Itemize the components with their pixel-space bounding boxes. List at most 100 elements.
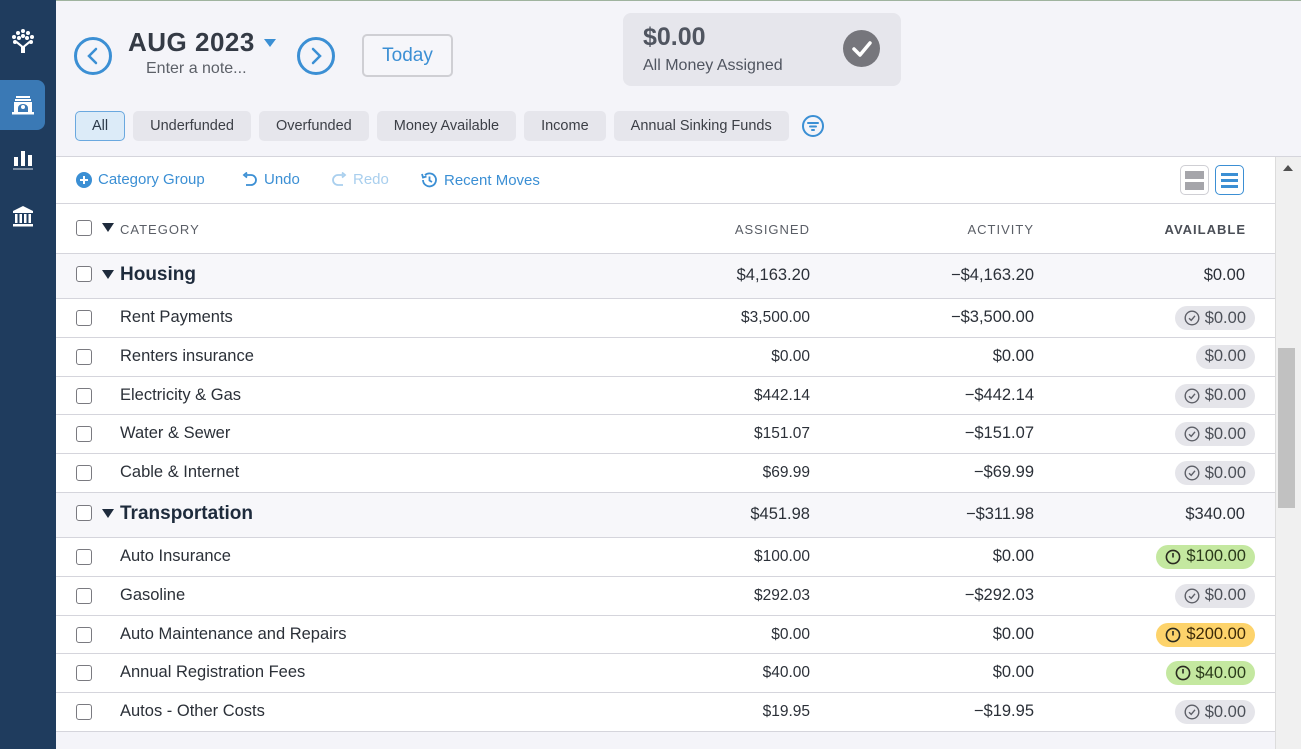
category-checkbox[interactable] bbox=[76, 426, 92, 443]
assigned-amount-input[interactable]: $442.14 bbox=[754, 387, 810, 405]
sidebar-item-home[interactable] bbox=[0, 16, 45, 66]
category-row-gasoline[interactable]: Gasoline $292.03 −$292.03 $0.00 bbox=[56, 576, 1275, 616]
category-row-water-sewer[interactable]: Water & Sewer $151.07 −$151.07 $0.00 bbox=[56, 415, 1275, 455]
collapse-all-caret-icon[interactable] bbox=[102, 223, 114, 232]
available-amount: $0.00 bbox=[1204, 586, 1246, 605]
category-checkbox[interactable] bbox=[76, 587, 92, 604]
category-checkbox[interactable] bbox=[76, 348, 92, 365]
assigned-amount-input[interactable]: $292.03 bbox=[754, 587, 810, 605]
category-name[interactable]: Auto Maintenance and Repairs bbox=[120, 625, 347, 644]
activity-amount[interactable]: $0.00 bbox=[993, 547, 1034, 566]
available-pill-funded[interactable]: $0.00 bbox=[1174, 383, 1255, 408]
sidebar-item-accounts[interactable] bbox=[0, 191, 45, 241]
category-row-cable-internet[interactable]: Cable & Internet $69.99 −$69.99 $0.00 bbox=[56, 454, 1275, 493]
available-pill-none[interactable]: $0.00 bbox=[1195, 344, 1255, 369]
undo-icon bbox=[242, 171, 257, 186]
category-group-row-housing[interactable]: Housing $4,163.20 −$4,163.20 $0.00 bbox=[56, 254, 1275, 299]
group-checkbox[interactable] bbox=[76, 266, 92, 282]
sidebar-item-budget[interactable] bbox=[0, 80, 45, 130]
collapse-caret-icon[interactable] bbox=[102, 270, 114, 279]
category-checkbox[interactable] bbox=[76, 465, 92, 482]
filter-settings-icon[interactable] bbox=[801, 114, 825, 138]
activity-amount[interactable]: −$292.03 bbox=[965, 586, 1034, 605]
assigned-amount-input[interactable]: $151.07 bbox=[754, 425, 810, 443]
activity-amount[interactable]: $0.00 bbox=[993, 663, 1034, 682]
assigned-amount-input[interactable]: $0.00 bbox=[771, 626, 810, 644]
category-name[interactable]: Annual Registration Fees bbox=[120, 663, 305, 682]
category-name[interactable]: Rent Payments bbox=[120, 308, 233, 327]
filter-annual-sinking-funds[interactable]: Annual Sinking Funds bbox=[613, 111, 789, 141]
category-name[interactable]: Gasoline bbox=[120, 586, 185, 605]
group-name[interactable]: Transportation bbox=[120, 503, 253, 525]
category-row-electricity-gas[interactable]: Electricity & Gas $442.14 −$442.14 $0.00 bbox=[56, 376, 1275, 416]
available-pill-funded[interactable]: $0.00 bbox=[1174, 422, 1255, 447]
category-row-annual-registration-fees[interactable]: Annual Registration Fees $40.00 $0.00 $40.0… bbox=[56, 654, 1275, 694]
assigned-amount-input[interactable]: $3,500.00 bbox=[741, 309, 810, 327]
assigned-amount-input[interactable]: $0.00 bbox=[771, 348, 810, 366]
category-row-auto-insurance[interactable]: Auto Insurance $100.00 $0.00 $100.00 bbox=[56, 537, 1275, 577]
recent-moves-button[interactable]: Recent Moves bbox=[420, 171, 540, 189]
filter-underfunded[interactable]: Underfunded bbox=[133, 111, 251, 141]
scrollbar-thumb[interactable] bbox=[1278, 348, 1295, 508]
expanded-view-toggle[interactable] bbox=[1180, 165, 1209, 195]
category-checkbox[interactable] bbox=[76, 548, 92, 565]
assigned-amount-input[interactable]: $69.99 bbox=[763, 464, 810, 482]
rows-expanded-icon-part bbox=[1185, 181, 1204, 190]
ready-to-assign-panel[interactable]: $0.00 All Money Assigned bbox=[623, 13, 901, 86]
category-name[interactable]: Renters insurance bbox=[120, 347, 254, 366]
assigned-amount-input[interactable]: $40.00 bbox=[763, 664, 810, 682]
caret-down-icon[interactable] bbox=[264, 39, 276, 47]
available-pill-underfunded[interactable]: $200.00 bbox=[1156, 622, 1255, 647]
category-checkbox[interactable] bbox=[76, 387, 92, 404]
available-pill-funded[interactable]: $0.00 bbox=[1174, 583, 1255, 608]
scroll-up-arrow-icon[interactable] bbox=[1283, 165, 1293, 171]
available-pill-funded[interactable]: $0.00 bbox=[1174, 461, 1255, 486]
category-row-autos-other-costs[interactable]: Autos - Other Costs $19.95 −$19.95 $0.00 bbox=[56, 693, 1275, 732]
activity-amount[interactable]: −$442.14 bbox=[965, 386, 1034, 405]
activity-amount[interactable]: $0.00 bbox=[993, 625, 1034, 644]
next-month-button[interactable] bbox=[297, 37, 335, 75]
undo-button[interactable]: Undo bbox=[242, 171, 300, 188]
activity-amount[interactable]: −$3,500.00 bbox=[951, 308, 1034, 327]
category-checkbox[interactable] bbox=[76, 626, 92, 643]
assigned-amount-input[interactable]: $100.00 bbox=[754, 548, 810, 566]
activity-amount[interactable]: −$69.99 bbox=[974, 463, 1034, 482]
category-name[interactable]: Autos - Other Costs bbox=[120, 702, 265, 721]
previous-month-button[interactable] bbox=[74, 37, 112, 75]
category-name[interactable]: Auto Insurance bbox=[120, 547, 231, 566]
category-name[interactable]: Water & Sewer bbox=[120, 424, 230, 443]
group-name[interactable]: Housing bbox=[120, 264, 196, 286]
category-name[interactable]: Cable & Internet bbox=[120, 463, 239, 482]
category-name[interactable]: Electricity & Gas bbox=[120, 386, 241, 405]
available-pill-available[interactable]: $40.00 bbox=[1165, 661, 1255, 686]
filter-all[interactable]: All bbox=[75, 111, 126, 141]
category-checkbox[interactable] bbox=[76, 310, 92, 326]
category-row-auto-maintenance-and-repairs[interactable]: Auto Maintenance and Repairs $0.00 $0.00 $2… bbox=[56, 615, 1275, 655]
today-button[interactable]: Today bbox=[362, 34, 453, 77]
assigned-amount-input[interactable]: $19.95 bbox=[763, 703, 810, 721]
vertical-scrollbar[interactable] bbox=[1275, 157, 1301, 749]
month-note-input[interactable]: Enter a note... bbox=[146, 60, 247, 78]
sidebar-item-reports[interactable] bbox=[0, 134, 45, 184]
activity-amount[interactable]: −$151.07 bbox=[965, 424, 1034, 443]
category-row-rent-payments[interactable]: Rent Payments $3,500.00 −$3,500.00 $0.00 bbox=[56, 299, 1275, 338]
category-checkbox[interactable] bbox=[76, 704, 92, 721]
collapse-caret-icon[interactable] bbox=[102, 508, 114, 518]
category-row-renters-insurance[interactable]: Renters insurance $0.00 $0.00 $0.00 bbox=[56, 337, 1275, 377]
filter-income[interactable]: Income bbox=[524, 111, 606, 141]
category-group-row-transportation[interactable]: Transportation $451.98 −$311.98 $340.00 bbox=[56, 492, 1275, 538]
month-selector[interactable]: AUG 2023 bbox=[128, 27, 255, 58]
activity-amount[interactable]: −$19.95 bbox=[974, 702, 1034, 721]
filter-money-available[interactable]: Money Available bbox=[376, 111, 517, 141]
group-checkbox[interactable] bbox=[76, 504, 92, 521]
category-checkbox[interactable] bbox=[76, 665, 92, 682]
available-pill-funded[interactable]: $0.00 bbox=[1174, 700, 1255, 725]
add-category-group-button[interactable]: Category Group bbox=[76, 171, 205, 188]
available-pill-funded[interactable]: $0.00 bbox=[1174, 306, 1255, 330]
select-all-checkbox[interactable] bbox=[76, 220, 92, 236]
activity-amount[interactable]: $0.00 bbox=[993, 347, 1034, 366]
compact-view-toggle[interactable] bbox=[1215, 165, 1244, 195]
redo-button[interactable]: Redo bbox=[331, 171, 389, 188]
available-pill-available[interactable]: $100.00 bbox=[1156, 544, 1255, 569]
filter-overfunded[interactable]: Overfunded bbox=[258, 111, 369, 141]
